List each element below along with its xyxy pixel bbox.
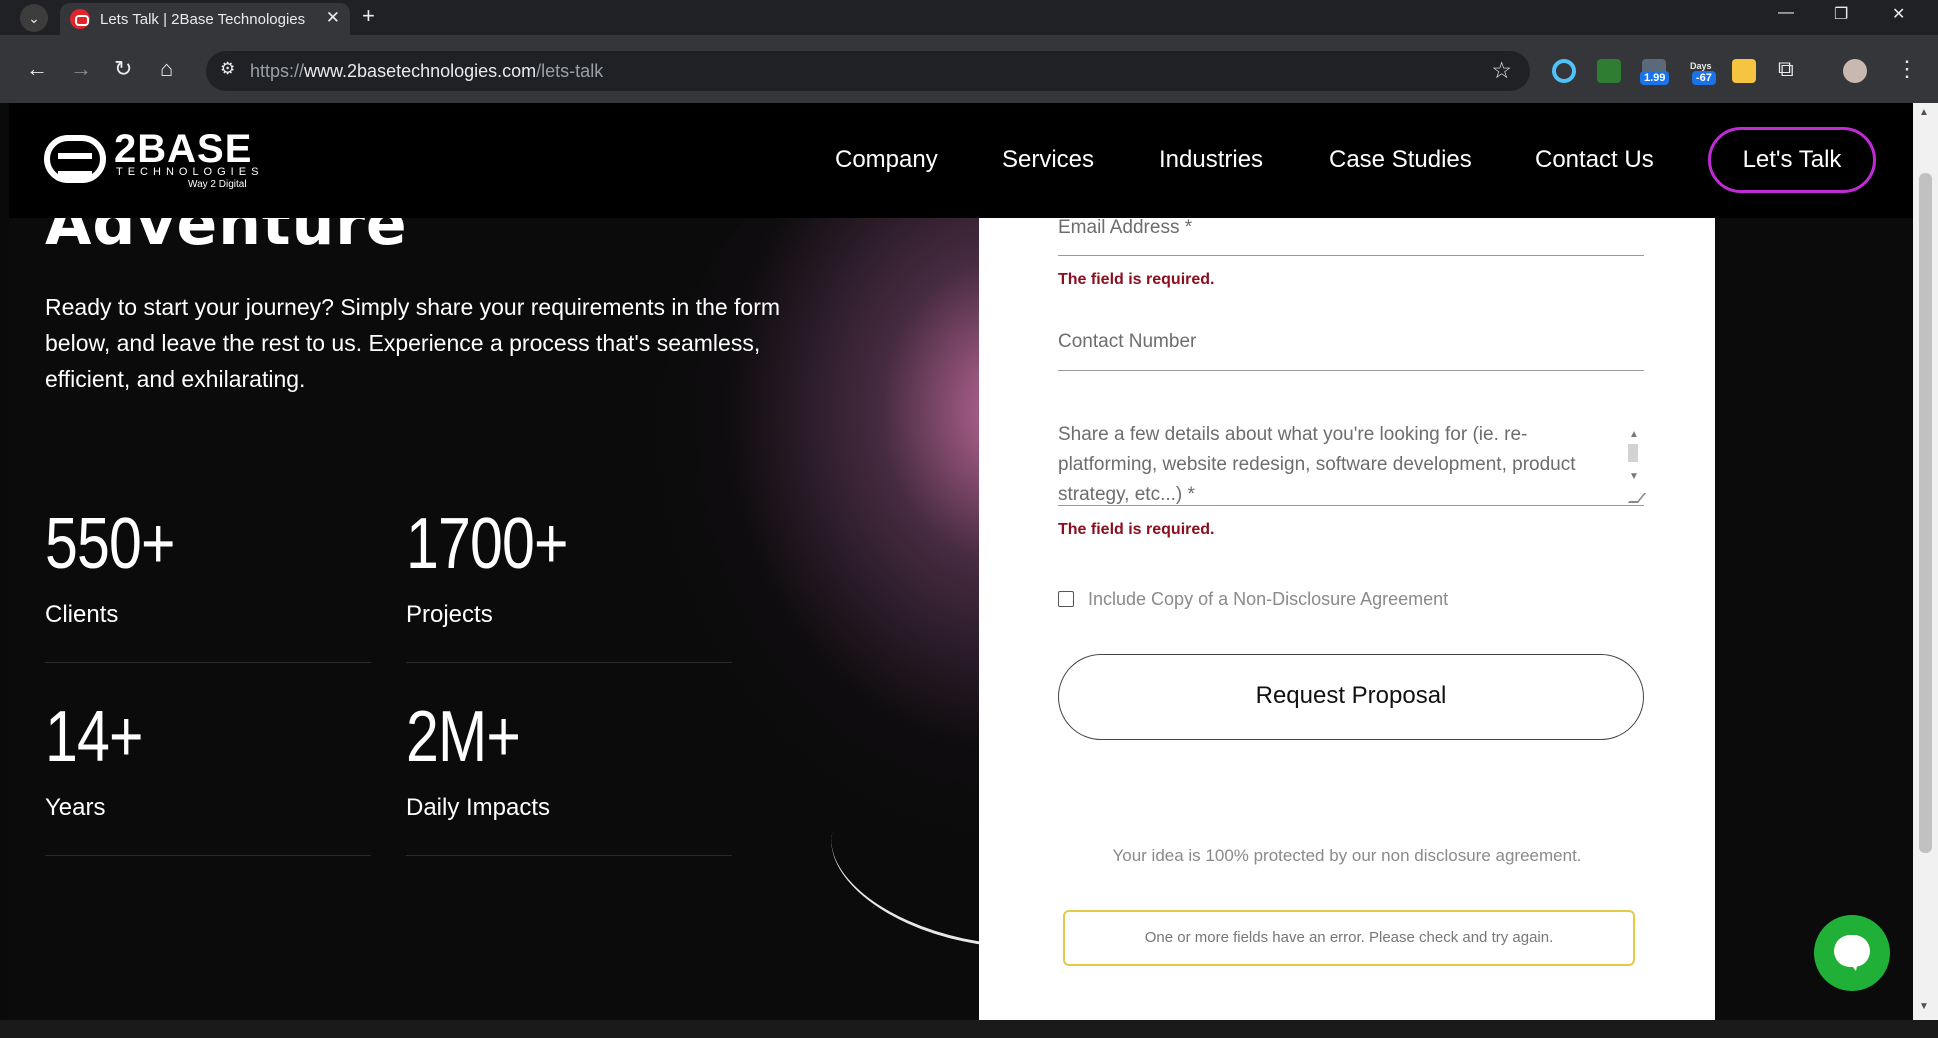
window-close-icon[interactable]: ✕: [1892, 4, 1905, 24]
browser-toolbar: ← → ↻ ⌂ ⚙ https://www.2basetechnologies.…: [0, 35, 1938, 103]
tab-search-button[interactable]: ⌄: [20, 4, 48, 32]
email-error: The field is required.: [1058, 271, 1215, 288]
url-text: https://www.2basetechnologies.com/lets-t…: [250, 61, 604, 81]
nav-case-studies[interactable]: Case Studies: [1329, 146, 1472, 174]
new-tab-icon[interactable]: +: [362, 3, 375, 29]
logo-subtitle: TECHNOLOGIES: [116, 166, 264, 178]
active-tab[interactable]: Lets Talk | 2Base Technologies ✕: [60, 3, 350, 35]
extension-color-icon[interactable]: [1552, 59, 1576, 83]
tab-title: Lets Talk | 2Base Technologies: [100, 11, 306, 28]
textarea-scroll-thumb[interactable]: [1628, 444, 1638, 462]
nda-label[interactable]: Include Copy of a Non-Disclosure Agreeme…: [1088, 589, 1448, 610]
browser-menu-icon[interactable]: ⋮: [1896, 57, 1918, 81]
address-bar[interactable]: ⚙ https://www.2basetechnologies.com/lets…: [206, 51, 1530, 91]
scrollbar-thumb[interactable]: [1919, 173, 1932, 853]
nav-industries[interactable]: Industries: [1159, 146, 1263, 174]
window-bottom-edge: [0, 1020, 1938, 1038]
stat-label: Projects: [406, 601, 493, 628]
stat-label: Years: [45, 794, 106, 821]
tab-close-icon[interactable]: ✕: [326, 8, 340, 28]
nda-checkbox[interactable]: [1058, 591, 1074, 607]
chat-bubble-icon: [1834, 935, 1870, 971]
stat-years: 14+ Years: [45, 696, 371, 856]
tab-bar: ⌄ Lets Talk | 2Base Technologies ✕ + — ❐…: [0, 0, 1938, 35]
extension-notes-icon[interactable]: [1732, 59, 1756, 83]
details-placeholder: Share a few details about what you're lo…: [1058, 424, 1576, 505]
stat-label: Clients: [45, 601, 119, 628]
contact-number-field[interactable]: Contact Number: [1058, 331, 1196, 353]
proposal-form: Email Address * The field is required. C…: [979, 217, 1715, 1020]
email-field[interactable]: Email Address *: [1058, 217, 1192, 239]
extension-badge: 1.99: [1640, 71, 1670, 85]
nav-services[interactable]: Services: [1002, 146, 1094, 174]
nda-protection-note: Your idea is 100% protected by our non d…: [1112, 846, 1582, 865]
home-icon[interactable]: ⌂: [160, 57, 173, 81]
resize-grip-icon[interactable]: [1627, 493, 1647, 503]
extension-days-label: Days: [1690, 61, 1712, 71]
extension-days-badge: -67: [1692, 71, 1716, 85]
bookmark-star-icon[interactable]: ☆: [1491, 57, 1512, 84]
nav-company[interactable]: Company: [835, 146, 938, 174]
lets-talk-button[interactable]: Let's Talk: [1708, 127, 1876, 193]
logo-mark-icon: [44, 135, 106, 183]
reload-icon[interactable]: ↻: [114, 57, 132, 81]
logo-tagline: Way 2 Digital: [188, 179, 247, 190]
stat-clients: 550+ Clients: [45, 503, 371, 663]
extension-spellcheck-icon[interactable]: [1597, 59, 1621, 83]
scroll-up-icon[interactable]: ▲: [1919, 107, 1929, 118]
email-field-underline: [1058, 255, 1644, 256]
forward-icon[interactable]: →: [70, 57, 92, 81]
hero-text: Ready to start your journey? Simply shar…: [45, 294, 781, 392]
nav-contact-us[interactable]: Contact Us: [1535, 146, 1654, 174]
details-error: The field is required.: [1058, 521, 1215, 538]
stat-value: 2M+: [406, 697, 521, 777]
browser-window: { "browser": { "tab_title": "Lets Talk |…: [0, 0, 1938, 1038]
request-proposal-button[interactable]: Request Proposal: [1058, 654, 1644, 740]
contact-field-underline: [1058, 370, 1644, 371]
stat-daily-impacts: 2M+ Daily Impacts: [406, 696, 732, 856]
site-info-icon[interactable]: ⚙: [220, 59, 235, 79]
stat-label: Daily Impacts: [406, 794, 551, 821]
minimize-icon[interactable]: —: [1778, 4, 1794, 22]
chat-launcher-button[interactable]: [1814, 915, 1890, 991]
back-icon[interactable]: ←: [26, 57, 48, 81]
stat-value: 14+: [45, 697, 144, 777]
site-logo[interactable]: 2BASE TECHNOLOGIES Way 2 Digital: [44, 127, 264, 191]
stat-projects: 1700+ Projects: [406, 503, 732, 663]
extensions-puzzle-icon[interactable]: ⧉: [1778, 57, 1794, 81]
page-scrollbar[interactable]: ▲ ▼: [1913, 103, 1938, 1020]
restore-icon[interactable]: ❐: [1834, 4, 1848, 24]
scroll-down-icon[interactable]: ▼: [1919, 1001, 1929, 1012]
favicon-icon: [70, 9, 90, 29]
stat-value: 550+: [45, 504, 176, 584]
profile-avatar[interactable]: [1843, 59, 1867, 83]
details-textarea[interactable]: Share a few details about what you're lo…: [1058, 420, 1647, 506]
site-header: 2BASE TECHNOLOGIES Way 2 Digital Company…: [9, 103, 1913, 218]
stat-value: 1700+: [406, 504, 569, 584]
form-error-message: One or more fields have an error. Please…: [1063, 910, 1635, 966]
web-page: Adventure Ready to start your journey? S…: [9, 103, 1913, 1020]
